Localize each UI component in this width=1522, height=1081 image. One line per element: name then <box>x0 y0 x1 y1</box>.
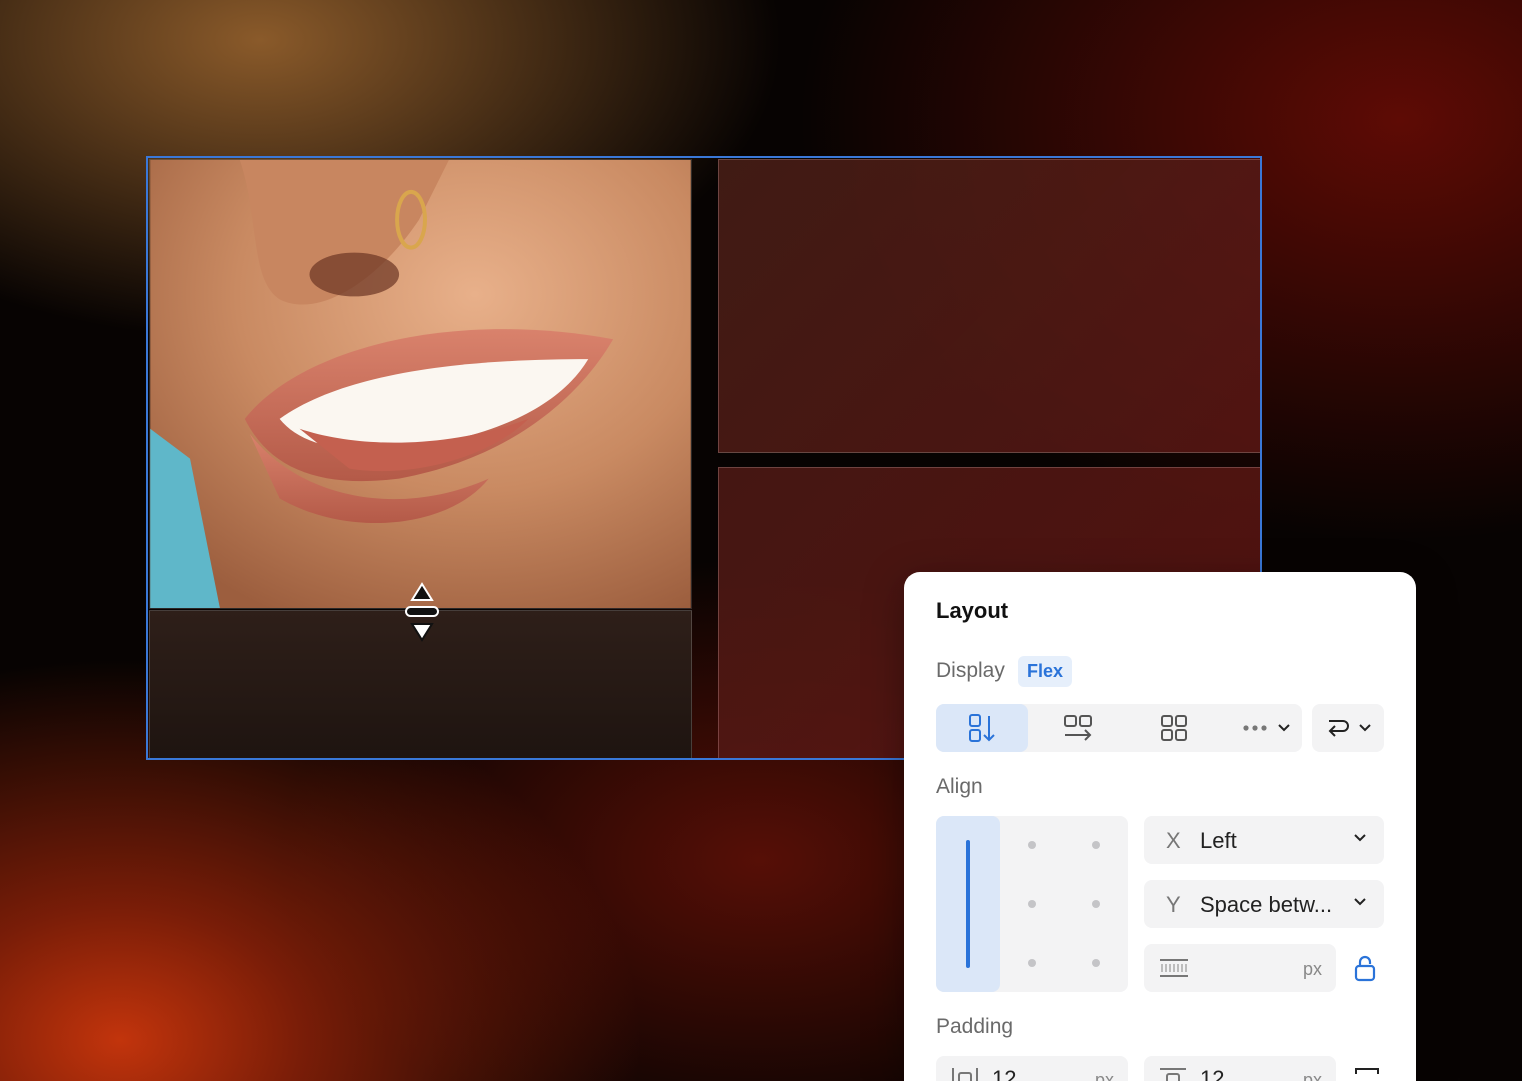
more-options-button[interactable] <box>1230 704 1302 752</box>
direction-vertical-button[interactable] <box>936 704 1028 752</box>
padding-vertical-input[interactable]: 12 px <box>1144 1056 1336 1081</box>
display-badge[interactable]: Flex <box>1018 656 1073 687</box>
lock-icon[interactable] <box>1354 954 1376 982</box>
padding-horizontal-unit: px <box>1094 1070 1114 1081</box>
align-x-value: Left <box>1200 828 1237 853</box>
padding-horizontal-icon <box>952 1068 978 1081</box>
direction-horizontal-button[interactable] <box>1032 704 1124 752</box>
padding-individual-icon[interactable] <box>1354 1066 1380 1081</box>
wrap-icon <box>1328 720 1349 737</box>
vertical-stack-icon <box>969 714 995 742</box>
align-label: Align <box>936 775 983 798</box>
row-resize-cursor-icon <box>405 582 439 642</box>
align-dot[interactable] <box>1028 900 1036 908</box>
padding-vertical-icon <box>1160 1068 1186 1081</box>
padding-vertical-value: 12 <box>1200 1066 1225 1081</box>
horizontal-stack-icon <box>1064 715 1092 741</box>
align-dot[interactable] <box>1092 841 1100 849</box>
alignment-grid[interactable] <box>936 816 1128 992</box>
panel-title: Layout <box>936 598 1009 623</box>
align-y-select[interactable]: Y Space betw... <box>1144 880 1384 928</box>
padding-horizontal-input[interactable]: 12 px <box>936 1056 1128 1081</box>
more-icon <box>1243 725 1267 731</box>
gap-unit: px <box>1302 959 1322 979</box>
gap-icon <box>1160 959 1188 977</box>
chevron-down-icon <box>1354 898 1366 906</box>
align-dot[interactable] <box>1092 900 1100 908</box>
padding-label: Padding <box>936 1015 1014 1038</box>
axis-y-label: Y <box>1166 892 1181 917</box>
layout-panel: Layout Display Flex Align X Left Y Space… <box>904 572 1416 1081</box>
direction-segmented-control <box>936 704 1302 752</box>
align-dot[interactable] <box>1028 841 1036 849</box>
chevron-down-icon <box>1359 724 1371 732</box>
align-x-select[interactable]: X Left <box>1144 816 1384 864</box>
align-dot[interactable] <box>1028 959 1036 967</box>
chevron-down-icon <box>1278 724 1290 732</box>
wrap-toggle-button[interactable] <box>1312 704 1384 752</box>
axis-x-label: X <box>1166 828 1181 853</box>
padding-vertical-unit: px <box>1302 1070 1322 1081</box>
display-label: Display <box>936 659 1005 682</box>
direction-grid-button[interactable] <box>1128 704 1220 752</box>
align-indicator <box>966 840 970 968</box>
align-dot[interactable] <box>1092 959 1100 967</box>
padding-horizontal-value: 12 <box>992 1066 1017 1081</box>
align-column-left[interactable] <box>936 816 1000 992</box>
chevron-down-icon <box>1354 834 1366 842</box>
grid-icon <box>1161 715 1187 741</box>
align-y-value: Space betw... <box>1200 892 1333 917</box>
gap-input[interactable]: px <box>1144 944 1336 992</box>
